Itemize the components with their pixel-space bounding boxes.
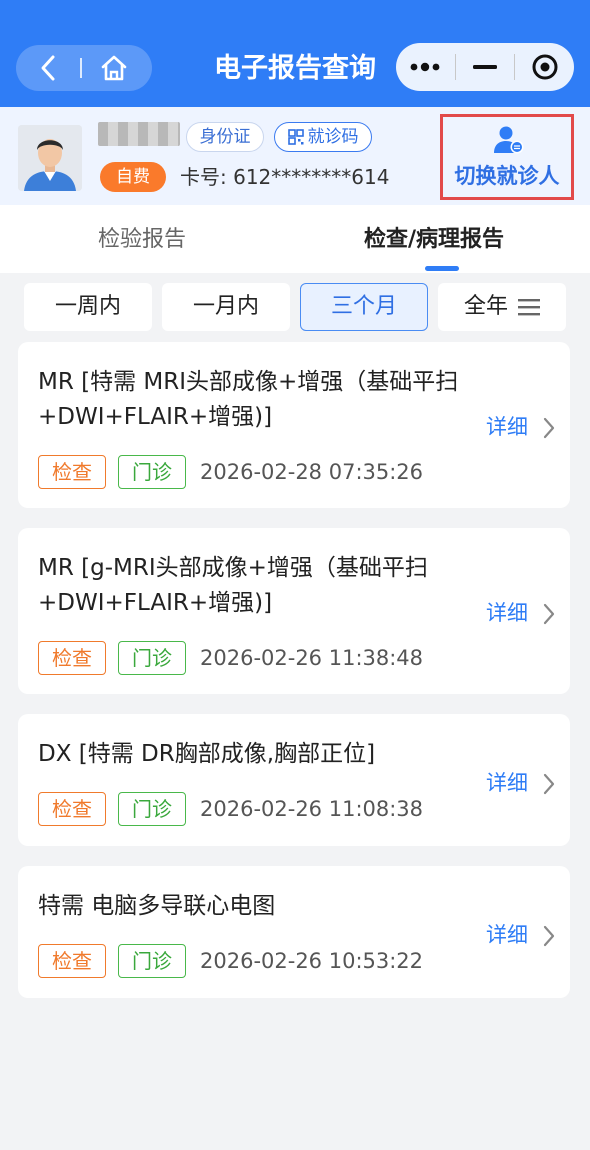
chevron-right-icon [543,417,555,439]
exam-tag: 检查 [38,944,106,978]
chevron-right-icon [543,925,555,947]
exam-tag: 检查 [38,792,106,826]
report-tabs: 检验报告 检查/病理报告 [0,205,590,273]
report-time: 2026-02-26 11:38:48 [200,646,424,670]
filter-one-month[interactable]: 一月内 [162,283,290,331]
report-title-line: +DWI+FLAIR+增强)] [38,590,273,616]
user-avatar-icon [18,125,82,191]
detail-link[interactable]: 详细 [486,412,528,442]
home-icon [101,55,127,81]
report-card[interactable]: MR [特需 MRI头部成像+增强（基础平扫 +DWI+FLAIR+增强)] 检… [18,342,570,508]
chevron-right-icon [543,773,555,795]
target-close-icon [532,54,558,80]
visit-code-button[interactable]: 就诊码 [274,122,372,152]
report-time: 2026-02-28 07:35:26 [200,460,424,484]
exam-tag: 检查 [38,641,106,675]
report-title-line: DX [特需 DR胸部成像,胸部正位] [38,741,376,767]
report-title-line: +DWI+FLAIR+增强)] [38,404,273,430]
chevron-right-icon [543,603,555,625]
miniprogram-capsule [396,43,574,91]
id-card-badge[interactable]: 身份证 [186,122,264,152]
filter-one-week[interactable]: 一周内 [24,283,152,331]
filter-full-year[interactable]: 全年 [438,283,566,331]
filter-three-months[interactable]: 三个月 [300,283,428,331]
visit-code-label: 就诊码 [307,127,359,147]
report-card[interactable]: MR [g-MRI头部成像+增强（基础平扫 +DWI+FLAIR+增强)] 检查… [18,528,570,694]
switch-user-icon [494,126,524,154]
report-title-line: MR [g-MRI头部成像+增强（基础平扫 [38,555,428,581]
qrcode-icon [287,129,304,145]
detail-link[interactable]: 详细 [486,768,528,798]
report-title-line: 特需 电脑多导联心电图 [38,893,276,919]
app-header: 电子报告查询 [0,0,590,107]
avatar [18,125,82,191]
home-button[interactable] [82,45,146,91]
report-title-line: MR [特需 MRI头部成像+增强（基础平扫 [38,369,459,395]
outpatient-tag: 门诊 [118,455,186,489]
more-button[interactable] [396,43,455,91]
patient-name-masked [98,122,180,146]
page-title: 电子报告查询 [214,53,376,84]
minimize-button[interactable] [456,43,515,91]
detail-link[interactable]: 详细 [486,920,528,950]
close-miniprogram-button[interactable] [515,43,574,91]
self-pay-badge: 自费 [100,162,166,192]
switch-patient-button[interactable]: 切换就诊人 [440,114,574,200]
minimize-icon [473,65,497,69]
report-time: 2026-02-26 10:53:22 [200,949,424,973]
tab-lab-report[interactable]: 检验报告 [98,205,186,273]
detail-link[interactable]: 详细 [486,598,528,628]
more-dots-icon [410,62,440,72]
report-card[interactable]: 特需 电脑多导联心电图 检查 门诊 2026-02-26 10:53:22 详细 [18,866,570,998]
menu-lines-icon [518,299,540,316]
back-button[interactable] [16,45,80,91]
exam-tag: 检查 [38,455,106,489]
switch-patient-label: 切换就诊人 [454,164,560,188]
outpatient-tag: 门诊 [118,944,186,978]
chevron-left-icon [41,55,55,81]
tab-exam-pathology-report[interactable]: 检查/病理报告 [364,205,504,273]
active-tab-indicator [425,266,459,271]
filter-full-year-label: 全年 [463,294,508,319]
card-number: 卡号: 612********614 [180,165,390,189]
nav-capsule [16,45,152,91]
report-card[interactable]: DX [特需 DR胸部成像,胸部正位] 检查 门诊 2026-02-26 11:… [18,714,570,846]
outpatient-tag: 门诊 [118,792,186,826]
report-time: 2026-02-26 11:08:38 [200,797,424,821]
outpatient-tag: 门诊 [118,641,186,675]
